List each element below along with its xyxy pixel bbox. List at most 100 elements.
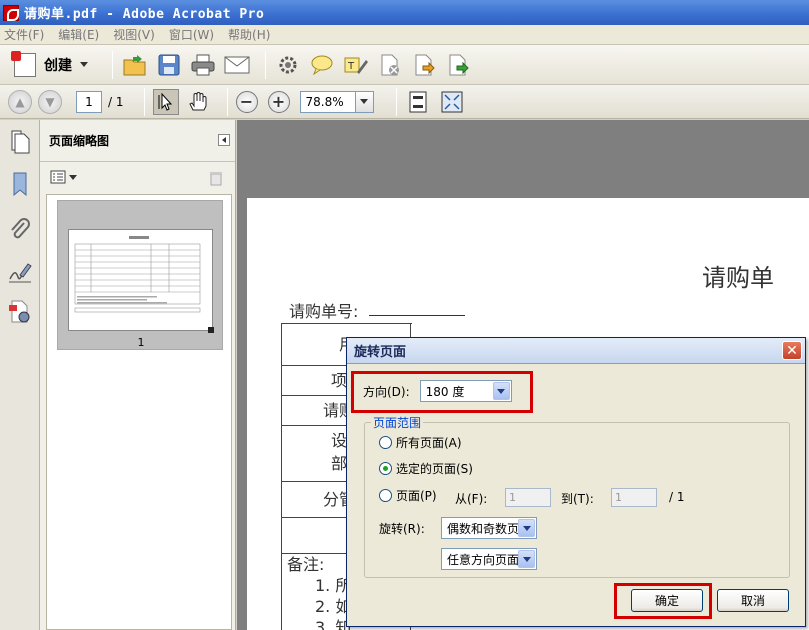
note-label: 备注: (287, 555, 325, 574)
radio-button[interactable] (379, 489, 392, 502)
orientation-dropdown-button[interactable] (518, 550, 535, 568)
dialog-title-bar: 旋转页面 ✕ (347, 338, 805, 364)
toolbar-separator (112, 50, 113, 79)
direction-select[interactable]: 180 度 (419, 380, 512, 402)
comment-button[interactable] (308, 51, 336, 79)
thumbnail-resize-handle[interactable] (208, 327, 214, 333)
full-screen-button[interactable] (439, 89, 465, 115)
page-count: / 1 (669, 490, 685, 504)
radio-page-range[interactable]: 页面(P) (379, 487, 437, 504)
collapse-panel-button[interactable] (218, 134, 230, 146)
menu-help[interactable]: 帮助(H) (228, 26, 270, 43)
rotate-pages-dropdown-button[interactable] (518, 519, 535, 537)
fit-page-button[interactable] (405, 89, 431, 115)
gear-icon (279, 56, 297, 73)
rotate-pages-select[interactable]: 偶数和奇数页 (441, 517, 537, 539)
cancel-button[interactable]: 取消 (717, 589, 789, 612)
page-thumbnail[interactable]: 1 (57, 200, 223, 350)
settings-button[interactable] (274, 51, 302, 79)
document-remove-icon (381, 54, 399, 75)
toolbar-separator (143, 87, 145, 116)
orientation-select[interactable]: 任意方向页面 (441, 548, 537, 570)
arrow-up-icon: ▲ (15, 94, 25, 109)
direction-dropdown-button[interactable] (492, 382, 510, 400)
print-button[interactable] (189, 51, 217, 79)
hand-tool-button[interactable] (185, 89, 211, 115)
sign-button[interactable] (410, 51, 438, 79)
page-thumbnails-button[interactable] (8, 130, 32, 154)
from-page-input[interactable]: 1 (505, 488, 551, 507)
zoom-dropdown-button[interactable] (355, 90, 374, 113)
thumbnail-preview (68, 229, 213, 331)
previous-page-button[interactable]: ▲ (8, 89, 32, 114)
zoom-in-button[interactable]: + (267, 90, 290, 113)
options-button[interactable] (50, 170, 77, 184)
baidu-watermark (610, 548, 800, 588)
panel-toolbar (40, 162, 235, 192)
save-button[interactable] (155, 51, 183, 79)
cursor-arrow-icon (158, 92, 172, 111)
radio-selected-pages-label: 选定的页面(S) (396, 462, 473, 476)
chevron-down-icon (522, 556, 531, 562)
radio-button[interactable] (379, 436, 392, 449)
direction-row: 方向(D): 180 度 (363, 380, 512, 402)
zoom-combo[interactable]: 78.8% (299, 90, 374, 113)
open-button[interactable] (121, 51, 149, 79)
radio-button-checked[interactable] (379, 462, 392, 475)
radio-page-range-label: 页面(P) (396, 489, 437, 503)
radio-all-pages[interactable]: 所有页面(A) (379, 434, 462, 451)
pages-icon (11, 130, 30, 154)
email-button[interactable] (223, 51, 251, 79)
acrobat-app-icon (3, 4, 19, 21)
close-icon: ✕ (786, 342, 798, 359)
title-bar: 请购单.pdf - Adobe Acrobat Pro (0, 0, 809, 25)
chevron-down-icon (80, 62, 88, 67)
panel-title: 页面缩略图 (49, 134, 110, 148)
menu-window[interactable]: 窗口(W) (169, 26, 214, 43)
rotate-pages-value: 偶数和奇数页 (447, 521, 520, 536)
toolbar-separator (395, 87, 397, 116)
printer-icon (191, 54, 215, 75)
menu-view[interactable]: 视图(V) (113, 26, 155, 43)
thumbnails-panel: 页面缩略图 1 (40, 120, 236, 630)
menu-file[interactable]: 文件(F) (4, 26, 44, 43)
export-button[interactable] (444, 51, 472, 79)
close-button[interactable]: ✕ (782, 341, 802, 360)
direction-value: 180 度 (425, 384, 465, 399)
page-number-input[interactable]: 1 (76, 90, 102, 113)
security-settings-button[interactable] (8, 300, 32, 324)
secure-button[interactable] (376, 51, 404, 79)
ok-button[interactable]: 确定 (631, 589, 703, 612)
attachments-button[interactable] (8, 218, 32, 242)
email-envelope-icon (224, 56, 250, 73)
bookmark-icon (13, 172, 27, 196)
signature-pen-icon (9, 263, 32, 283)
list-options-icon (50, 170, 66, 184)
radio-selected-pages[interactable]: 选定的页面(S) (379, 460, 473, 477)
select-tool-button[interactable] (152, 88, 179, 115)
paperclip-icon (11, 218, 30, 239)
to-page-input[interactable]: 1 (611, 488, 657, 507)
toolbar-separator (265, 50, 266, 79)
from-label: 从(F): (455, 492, 488, 506)
zoom-input[interactable]: 78.8% (299, 90, 356, 113)
menu-edit[interactable]: 编辑(E) (58, 26, 99, 43)
trash-icon[interactable] (209, 170, 223, 186)
next-page-button[interactable]: ▼ (38, 89, 62, 114)
note-line: 3. 知 (315, 618, 352, 630)
zoom-out-button[interactable]: − (235, 90, 258, 113)
signatures-button[interactable] (8, 260, 32, 284)
bookmarks-button[interactable] (8, 172, 32, 196)
chevron-down-icon (69, 174, 77, 180)
create-button[interactable]: 创建 (8, 50, 94, 80)
hand-icon (188, 91, 206, 110)
text-edit-button[interactable]: T (342, 51, 370, 79)
document-number-label: 请购单号: (289, 302, 359, 321)
thumbnail-list: 1 (46, 194, 232, 630)
svg-text:T: T (347, 61, 355, 72)
document-lock-icon (9, 300, 30, 323)
menu-bar: 文件(F) 编辑(E) 视图(V) 窗口(W) 帮助(H) (0, 25, 809, 45)
text-pencil-icon: T (344, 57, 368, 74)
full-screen-icon (441, 91, 462, 112)
comment-bubble-icon (311, 55, 333, 75)
